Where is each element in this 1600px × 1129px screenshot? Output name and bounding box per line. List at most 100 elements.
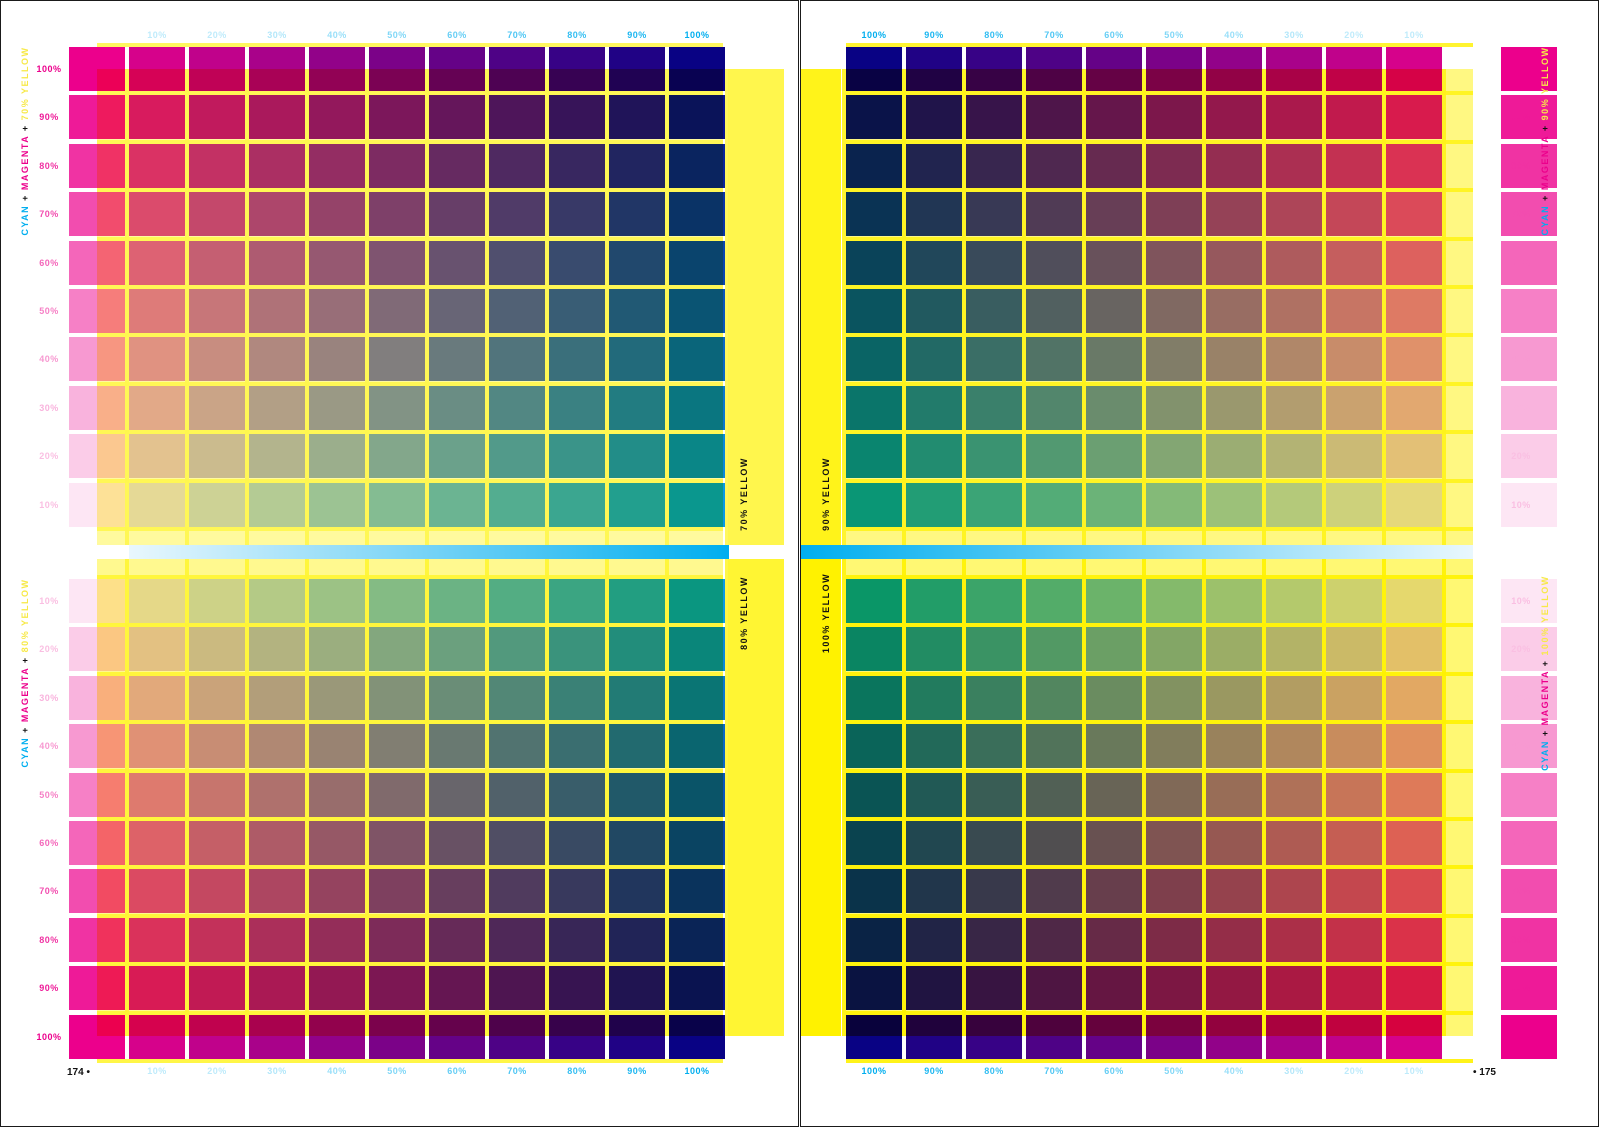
grid-line-h bbox=[97, 91, 723, 96]
page-number-right: • 175 bbox=[1473, 1067, 1496, 1078]
side-title-part: CYAN bbox=[1540, 204, 1550, 236]
side-title-part: CYAN bbox=[20, 736, 30, 768]
grid-line-v bbox=[725, 69, 729, 545]
grid-line-h bbox=[846, 962, 1473, 967]
grid-line-h bbox=[846, 817, 1473, 821]
cyan-percent-label: 80% bbox=[984, 30, 1004, 40]
grid-line-h bbox=[97, 333, 723, 338]
side-title-part: 90% YELLOW bbox=[1540, 46, 1550, 121]
magenta-percent-label: 70% bbox=[39, 886, 59, 897]
grid-line-h bbox=[846, 236, 1473, 241]
cyan-percent-label: 20% bbox=[1344, 30, 1364, 40]
side-title-part: 80% YELLOW bbox=[20, 578, 30, 653]
grid-line-h bbox=[846, 1059, 1473, 1063]
magenta-percent-label: 100% bbox=[1508, 1031, 1534, 1042]
magenta-percent-label: 100% bbox=[36, 64, 62, 74]
chart-side-title: CYAN + MAGENTA + 90% YELLOW bbox=[1540, 46, 1550, 235]
magenta-percent-label: 40% bbox=[39, 354, 59, 365]
cyan-percent-label: 50% bbox=[1164, 30, 1184, 40]
cyan-percent-label: 80% bbox=[567, 30, 587, 40]
grid-line-h bbox=[97, 817, 723, 821]
side-title-part: CYAN bbox=[20, 204, 30, 236]
magenta-percent-label: 10% bbox=[1511, 596, 1531, 606]
grid-line-h bbox=[97, 285, 723, 289]
grid-line-h bbox=[846, 478, 1473, 483]
cyan-percent-label: 50% bbox=[1164, 1066, 1184, 1076]
side-title-part: + bbox=[1540, 725, 1550, 741]
magenta-percent-label: 50% bbox=[39, 789, 59, 800]
cyan-percent-label: 30% bbox=[1284, 1066, 1304, 1076]
cyan-percent-label: 40% bbox=[1224, 1066, 1244, 1076]
cyan-percent-label: 90% bbox=[924, 30, 944, 40]
magenta-percent-label: 40% bbox=[1511, 354, 1531, 365]
cyan-percent-label: 70% bbox=[507, 1066, 527, 1076]
chart-side-title: CYAN + MAGENTA + 70% YELLOW bbox=[20, 46, 30, 235]
grid-line-h bbox=[846, 188, 1473, 193]
grid-line-h bbox=[97, 671, 723, 676]
page-number-left: 174 • bbox=[67, 1067, 90, 1078]
grid-line-h bbox=[846, 720, 1473, 725]
side-title-part: 100% YELLOW bbox=[1540, 575, 1550, 656]
side-title-part: + bbox=[1540, 190, 1550, 205]
grid-line-h bbox=[97, 962, 723, 967]
grid-line-h bbox=[97, 1010, 723, 1015]
cyan-percent-label: 40% bbox=[1224, 30, 1244, 40]
grid-line-h bbox=[846, 139, 1473, 144]
magenta-percent-label: 90% bbox=[1511, 112, 1531, 123]
grid-line-h bbox=[97, 720, 723, 725]
cyan-percent-label: 30% bbox=[267, 30, 287, 40]
magenta-percent-label: 40% bbox=[39, 741, 59, 752]
grid-line-h bbox=[97, 768, 723, 773]
magenta-percent-label: 80% bbox=[39, 160, 59, 171]
yellow-strip bbox=[728, 69, 784, 545]
magenta-percent-label: 90% bbox=[1511, 983, 1531, 994]
side-title-part: MAGENTA bbox=[20, 667, 30, 723]
grid-line-h bbox=[846, 768, 1473, 773]
grid-line-h bbox=[97, 139, 723, 144]
grid-line-h bbox=[846, 527, 1473, 531]
magenta-percent-label: 60% bbox=[1511, 838, 1531, 848]
side-title-part: + bbox=[1540, 120, 1550, 136]
magenta-percent-label: 60% bbox=[1511, 257, 1531, 268]
cyan-percent-label: 20% bbox=[1344, 1066, 1364, 1076]
grid-line-h bbox=[97, 527, 723, 531]
cyan-percent-label: 40% bbox=[327, 30, 347, 40]
yellow-percent-label: 80% YELLOW bbox=[739, 576, 749, 650]
grid-line-h bbox=[846, 913, 1473, 918]
magenta-percent-label: 10% bbox=[39, 499, 59, 510]
cyan-percent-label: 60% bbox=[447, 1066, 467, 1076]
magenta-percent-label: 10% bbox=[39, 596, 59, 606]
cyan-percent-label: 30% bbox=[1284, 30, 1304, 40]
grid-line-h bbox=[97, 43, 723, 47]
magenta-percent-label: 70% bbox=[1511, 209, 1531, 220]
magenta-percent-label: 60% bbox=[39, 257, 59, 268]
grid-line-h bbox=[97, 430, 723, 435]
magenta-percent-label: 10% bbox=[1511, 499, 1531, 510]
yellow-percent-label: 70% YELLOW bbox=[739, 457, 749, 531]
cyan-percent-label: 10% bbox=[147, 30, 167, 40]
grid-line-h bbox=[97, 188, 723, 193]
magenta-percent-label: 20% bbox=[1511, 451, 1531, 462]
magenta-percent-label: 80% bbox=[1511, 160, 1531, 171]
magenta-percent-label: 50% bbox=[39, 306, 59, 316]
cyan-percent-label: 100% bbox=[861, 30, 887, 40]
grid-line-h bbox=[846, 43, 1473, 47]
magenta-percent-label: 50% bbox=[1511, 306, 1531, 316]
magenta-percent-label: 100% bbox=[1508, 64, 1534, 74]
magenta-percent-label: 30% bbox=[39, 692, 59, 703]
yellow-percent-label: 100% YELLOW bbox=[821, 572, 831, 654]
cyan-percent-label: 70% bbox=[1044, 30, 1064, 40]
cyan-percent-label: 50% bbox=[387, 1066, 407, 1076]
grid-line-h bbox=[846, 671, 1473, 676]
grid-line-h bbox=[97, 236, 723, 241]
grid-line-h bbox=[846, 1010, 1473, 1015]
magenta-percent-label: 90% bbox=[39, 112, 59, 123]
cyan-percent-label: 100% bbox=[861, 1066, 887, 1076]
cyan-percent-label: 80% bbox=[567, 1066, 587, 1076]
cyan-percent-label: 100% bbox=[684, 30, 710, 40]
magenta-percent-label: 20% bbox=[1511, 644, 1531, 655]
cyan-percent-label: 10% bbox=[1404, 30, 1424, 40]
grid-line-v bbox=[725, 559, 729, 1036]
cyan-percent-label: 10% bbox=[147, 1066, 167, 1076]
cyan-percent-label: 10% bbox=[1404, 1066, 1424, 1076]
